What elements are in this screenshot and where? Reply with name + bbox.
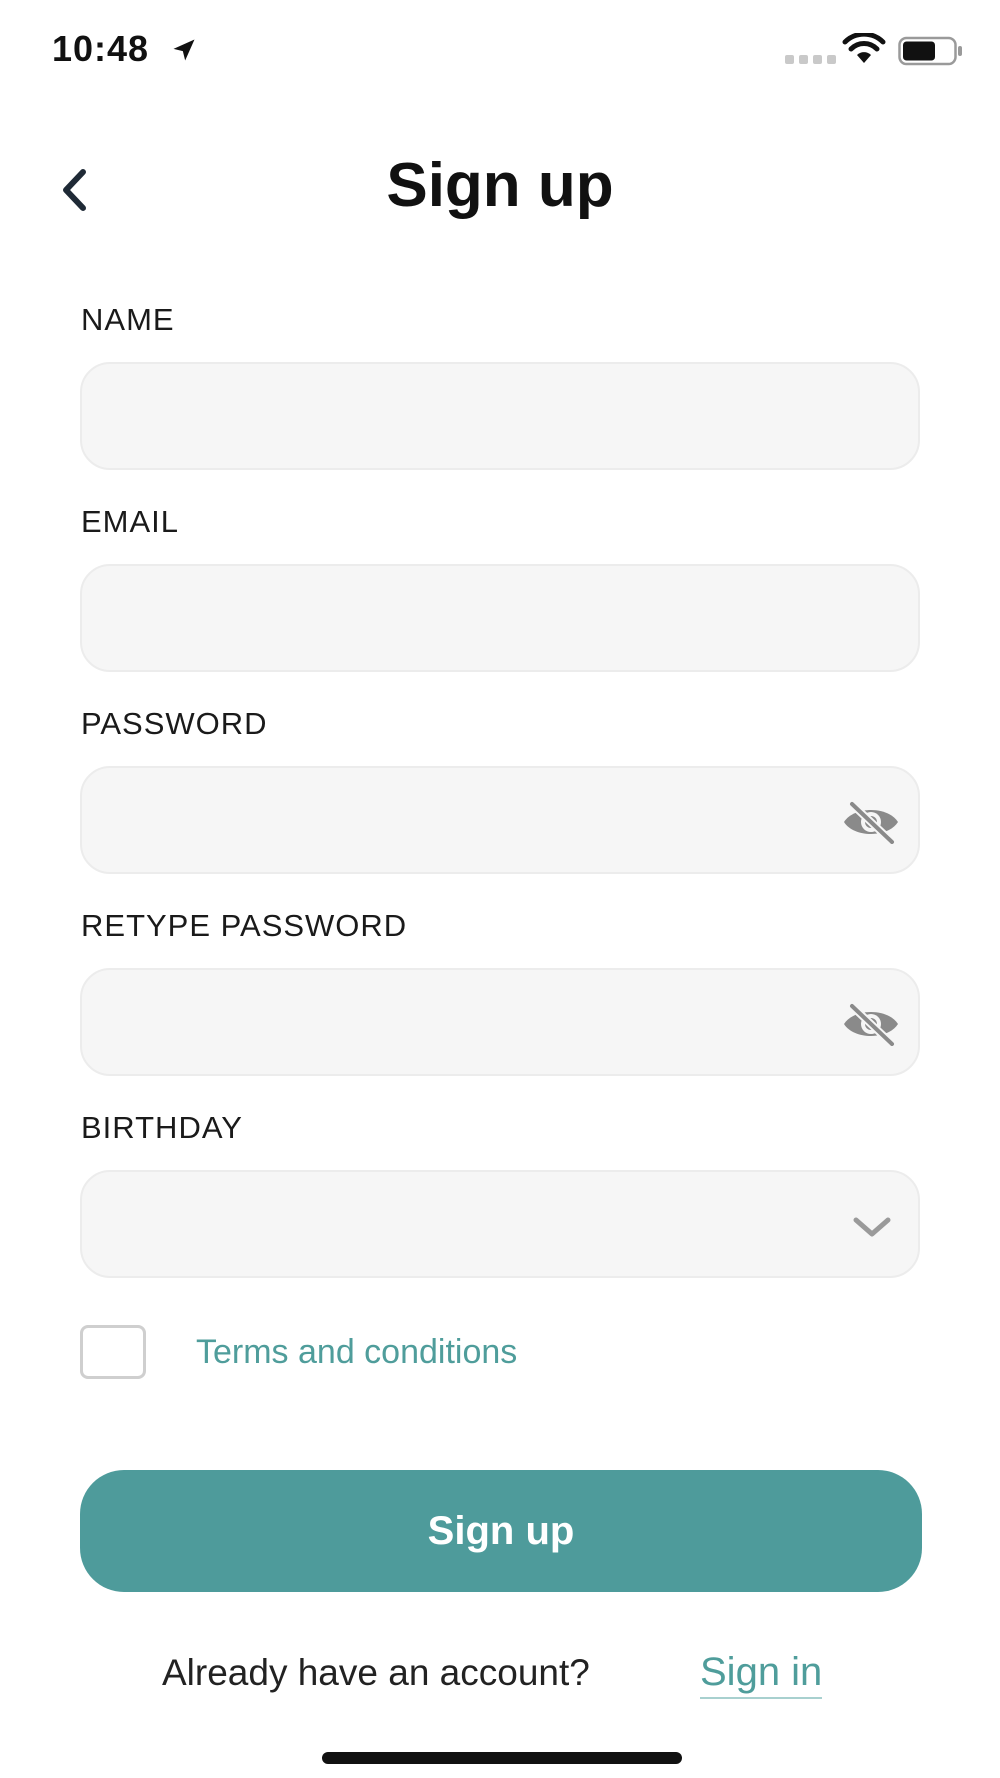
password-label: PASSWORD [81,706,268,741]
email-label: EMAIL [81,504,180,539]
home-indicator [322,1752,682,1764]
name-field-container [80,362,920,470]
status-time: 10:48 [52,28,150,69]
location-arrow-icon [173,39,195,61]
battery-icon [898,36,962,66]
cellular-signal-icon [785,55,836,64]
retype-password-field-container [80,968,920,1076]
page-title: Sign up [386,151,614,220]
email-input[interactable] [82,566,918,670]
status-bar: 10:48 [0,0,1000,100]
already-have-account-text: Already have an account? [162,1652,590,1693]
retype-password-label: RETYPE PASSWORD [81,908,408,943]
email-field-container [80,564,920,672]
terms-and-conditions-link[interactable]: Terms and conditions [196,1333,517,1372]
retype-password-input[interactable] [82,970,918,1074]
eye-off-icon[interactable] [840,800,902,844]
password-field-container [80,766,920,874]
sign-up-button[interactable]: Sign up [80,1470,922,1592]
name-label: NAME [81,302,175,337]
name-input[interactable] [82,364,918,468]
eye-off-icon[interactable] [840,1002,902,1046]
terms-checkbox[interactable] [80,1325,146,1379]
sign-in-link[interactable]: Sign in [700,1650,823,1699]
birthday-select[interactable] [80,1170,920,1278]
chevron-down-icon [853,1217,891,1237]
password-input[interactable] [82,768,918,872]
wifi-icon [842,33,886,63]
birthday-label: BIRTHDAY [81,1110,243,1145]
